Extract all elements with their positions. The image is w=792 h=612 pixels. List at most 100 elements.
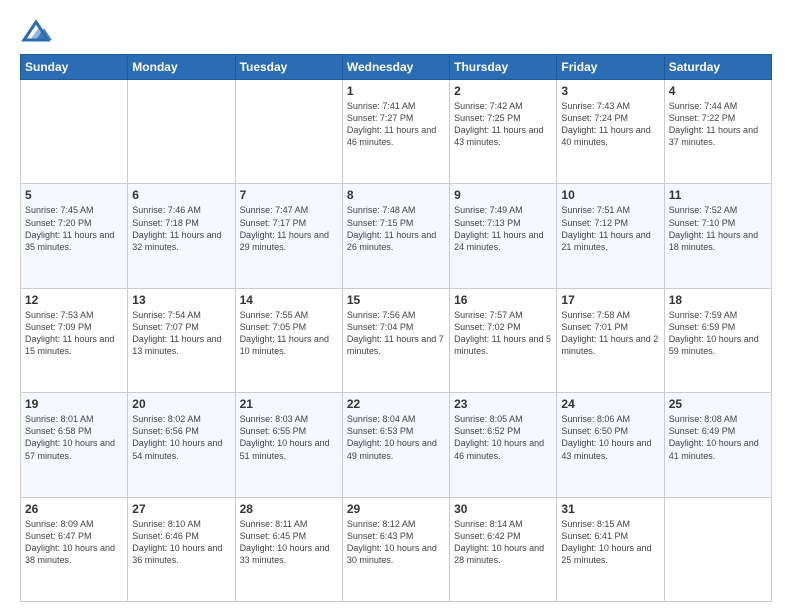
day-cell: 27Sunrise: 8:10 AMSunset: 6:46 PMDayligh…: [128, 497, 235, 601]
day-cell: 14Sunrise: 7:55 AMSunset: 7:05 PMDayligh…: [235, 288, 342, 392]
day-info: Sunrise: 7:41 AMSunset: 7:27 PMDaylight:…: [347, 100, 445, 149]
day-cell: 7Sunrise: 7:47 AMSunset: 7:17 PMDaylight…: [235, 184, 342, 288]
day-number: 4: [669, 84, 767, 98]
week-row-4: 19Sunrise: 8:01 AMSunset: 6:58 PMDayligh…: [21, 393, 772, 497]
day-info: Sunrise: 8:04 AMSunset: 6:53 PMDaylight:…: [347, 413, 445, 462]
day-number: 19: [25, 397, 123, 411]
day-info: Sunrise: 7:45 AMSunset: 7:20 PMDaylight:…: [25, 204, 123, 253]
day-cell: 1Sunrise: 7:41 AMSunset: 7:27 PMDaylight…: [342, 80, 449, 184]
day-info: Sunrise: 8:14 AMSunset: 6:42 PMDaylight:…: [454, 518, 552, 567]
weekday-header-friday: Friday: [557, 55, 664, 80]
day-info: Sunrise: 7:56 AMSunset: 7:04 PMDaylight:…: [347, 309, 445, 358]
day-cell: 24 Sunrise: 8:06 AMSunset: 6:50 PMDayligh…: [557, 393, 664, 497]
day-cell: 5 Sunrise: 7:45 AMSunset: 7:20 PMDaylight…: [21, 184, 128, 288]
day-info: Sunrise: 7:57 AMSunset: 7:02 PMDaylight:…: [454, 309, 552, 358]
day-info: Sunrise: 7:58 AMSunset: 7:01 PMDaylight:…: [561, 309, 659, 358]
day-number: 23: [454, 397, 552, 411]
day-number: 8: [347, 188, 445, 202]
day-info: Sunrise: 7:55 AMSunset: 7:05 PMDaylight:…: [240, 309, 338, 358]
day-number: 29: [347, 502, 445, 516]
day-info: Sunrise: 7:59 AMSunset: 6:59 PMDaylight:…: [669, 309, 767, 358]
day-cell: 13Sunrise: 7:54 AMSunset: 7:07 PMDayligh…: [128, 288, 235, 392]
day-cell: 20 Sunrise: 8:02 AMSunset: 6:56 PMDayligh…: [128, 393, 235, 497]
weekday-header-wednesday: Wednesday: [342, 55, 449, 80]
day-info: Sunrise: 8:09 AMSunset: 6:47 PMDaylight:…: [25, 518, 123, 567]
day-cell: 10 Sunrise: 7:51 AMSunset: 7:12 PMDayligh…: [557, 184, 664, 288]
weekday-header-monday: Monday: [128, 55, 235, 80]
day-info: Sunrise: 7:48 AMSunset: 7:15 PMDaylight:…: [347, 204, 445, 253]
day-cell: 30 Sunrise: 8:14 AMSunset: 6:42 PMDayligh…: [450, 497, 557, 601]
day-info: Sunrise: 7:53 AMSunset: 7:09 PMDaylight:…: [25, 309, 123, 358]
day-number: 26: [25, 502, 123, 516]
day-info: Sunrise: 8:03 AMSunset: 6:55 PMDaylight:…: [240, 413, 338, 462]
day-number: 16: [454, 293, 552, 307]
header: [20, 18, 772, 46]
day-info: Sunrise: 8:08 AMSunset: 6:49 PMDaylight:…: [669, 413, 767, 462]
day-number: 24: [561, 397, 659, 411]
day-info: Sunrise: 7:42 AMSunset: 7:25 PMDaylight:…: [454, 100, 552, 149]
day-cell: 26 Sunrise: 8:09 AMSunset: 6:47 PMDayligh…: [21, 497, 128, 601]
day-number: 20: [132, 397, 230, 411]
day-info: Sunrise: 7:51 AMSunset: 7:12 PMDaylight:…: [561, 204, 659, 253]
day-cell: 8 Sunrise: 7:48 AMSunset: 7:15 PMDaylight…: [342, 184, 449, 288]
day-cell: 29 Sunrise: 8:12 AMSunset: 6:43 PMDayligh…: [342, 497, 449, 601]
week-row-2: 5 Sunrise: 7:45 AMSunset: 7:20 PMDaylight…: [21, 184, 772, 288]
day-info: Sunrise: 8:12 AMSunset: 6:43 PMDaylight:…: [347, 518, 445, 567]
day-cell: 23 Sunrise: 8:05 AMSunset: 6:52 PMDayligh…: [450, 393, 557, 497]
day-cell: 16 Sunrise: 7:57 AMSunset: 7:02 PMDayligh…: [450, 288, 557, 392]
logo: [20, 18, 56, 46]
day-cell: 2 Sunrise: 7:42 AMSunset: 7:25 PMDaylight…: [450, 80, 557, 184]
day-number: 31: [561, 502, 659, 516]
day-number: 12: [25, 293, 123, 307]
weekday-header-sunday: Sunday: [21, 55, 128, 80]
day-info: Sunrise: 7:49 AMSunset: 7:13 PMDaylight:…: [454, 204, 552, 253]
day-cell: 12 Sunrise: 7:53 AMSunset: 7:09 PMDayligh…: [21, 288, 128, 392]
day-info: Sunrise: 7:52 AMSunset: 7:10 PMDaylight:…: [669, 204, 767, 253]
logo-icon: [20, 18, 52, 46]
day-number: 17: [561, 293, 659, 307]
week-row-3: 12 Sunrise: 7:53 AMSunset: 7:09 PMDayligh…: [21, 288, 772, 392]
day-cell: 18Sunrise: 7:59 AMSunset: 6:59 PMDayligh…: [664, 288, 771, 392]
day-number: 30: [454, 502, 552, 516]
day-cell: [235, 80, 342, 184]
page: SundayMondayTuesdayWednesdayThursdayFrid…: [0, 0, 792, 612]
day-cell: 28Sunrise: 8:11 AMSunset: 6:45 PMDayligh…: [235, 497, 342, 601]
day-cell: [664, 497, 771, 601]
day-number: 5: [25, 188, 123, 202]
day-number: 3: [561, 84, 659, 98]
day-cell: 4 Sunrise: 7:44 AMSunset: 7:22 PMDaylight…: [664, 80, 771, 184]
day-info: Sunrise: 8:11 AMSunset: 6:45 PMDaylight:…: [240, 518, 338, 567]
day-info: Sunrise: 7:44 AMSunset: 7:22 PMDaylight:…: [669, 100, 767, 149]
day-number: 10: [561, 188, 659, 202]
day-number: 6: [132, 188, 230, 202]
day-number: 9: [454, 188, 552, 202]
day-cell: 3 Sunrise: 7:43 AMSunset: 7:24 PMDaylight…: [557, 80, 664, 184]
day-cell: 17 Sunrise: 7:58 AMSunset: 7:01 PMDayligh…: [557, 288, 664, 392]
day-number: 22: [347, 397, 445, 411]
week-row-5: 26 Sunrise: 8:09 AMSunset: 6:47 PMDayligh…: [21, 497, 772, 601]
day-cell: 15 Sunrise: 7:56 AMSunset: 7:04 PMDayligh…: [342, 288, 449, 392]
day-info: Sunrise: 7:46 AMSunset: 7:18 PMDaylight:…: [132, 204, 230, 253]
day-cell: 31 Sunrise: 8:15 AMSunset: 6:41 PMDayligh…: [557, 497, 664, 601]
day-cell: [21, 80, 128, 184]
day-number: 2: [454, 84, 552, 98]
weekday-header-thursday: Thursday: [450, 55, 557, 80]
day-number: 7: [240, 188, 338, 202]
day-cell: 22 Sunrise: 8:04 AMSunset: 6:53 PMDayligh…: [342, 393, 449, 497]
day-info: Sunrise: 7:43 AMSunset: 7:24 PMDaylight:…: [561, 100, 659, 149]
week-row-1: 1Sunrise: 7:41 AMSunset: 7:27 PMDaylight…: [21, 80, 772, 184]
day-cell: 25Sunrise: 8:08 AMSunset: 6:49 PMDayligh…: [664, 393, 771, 497]
day-cell: [128, 80, 235, 184]
day-info: Sunrise: 7:54 AMSunset: 7:07 PMDaylight:…: [132, 309, 230, 358]
day-cell: 21Sunrise: 8:03 AMSunset: 6:55 PMDayligh…: [235, 393, 342, 497]
day-info: Sunrise: 8:02 AMSunset: 6:56 PMDaylight:…: [132, 413, 230, 462]
weekday-header-saturday: Saturday: [664, 55, 771, 80]
day-info: Sunrise: 8:15 AMSunset: 6:41 PMDaylight:…: [561, 518, 659, 567]
day-cell: 19Sunrise: 8:01 AMSunset: 6:58 PMDayligh…: [21, 393, 128, 497]
calendar-table: SundayMondayTuesdayWednesdayThursdayFrid…: [20, 54, 772, 602]
day-cell: 6 Sunrise: 7:46 AMSunset: 7:18 PMDaylight…: [128, 184, 235, 288]
day-number: 15: [347, 293, 445, 307]
day-info: Sunrise: 8:05 AMSunset: 6:52 PMDaylight:…: [454, 413, 552, 462]
day-number: 11: [669, 188, 767, 202]
day-info: Sunrise: 8:06 AMSunset: 6:50 PMDaylight:…: [561, 413, 659, 462]
